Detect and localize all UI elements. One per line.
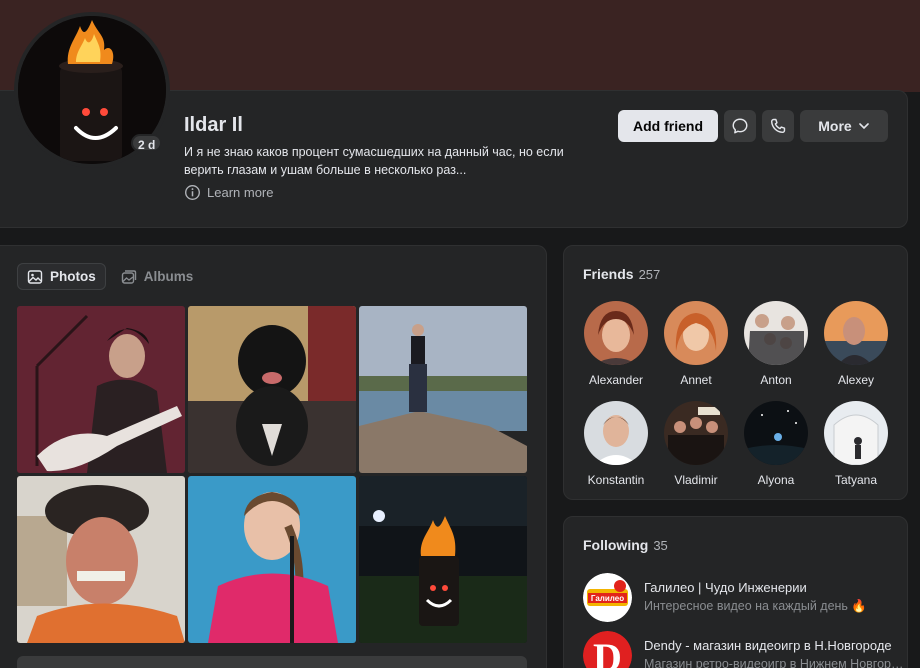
photo-thumbnail[interactable] bbox=[17, 306, 185, 473]
tab-albums[interactable]: Albums bbox=[112, 263, 203, 290]
following-count: 35 bbox=[653, 538, 668, 553]
friend-item[interactable]: Tatyana bbox=[816, 401, 896, 487]
chevron-down-icon bbox=[858, 123, 869, 130]
friend-item[interactable]: Alexey bbox=[816, 301, 896, 387]
friends-title-label: Friends bbox=[583, 266, 634, 282]
following-name: Галилео | Чудо Инженерии bbox=[644, 580, 807, 595]
page-logo: Галилео bbox=[583, 573, 632, 622]
following-name: Dendy - магазин видеоигр в Н.Новгороде bbox=[644, 638, 892, 653]
friend-name: Alexey bbox=[837, 373, 875, 387]
friends-panel: Friends 257 Alexander Annet Anton Alexey bbox=[563, 245, 908, 500]
friend-item[interactable]: Alyona bbox=[736, 401, 816, 487]
albums-icon bbox=[121, 269, 136, 284]
photo-thumbnail[interactable] bbox=[188, 476, 356, 643]
friend-name: Alexander bbox=[588, 373, 644, 387]
profile-name: Ildar Il bbox=[184, 114, 243, 136]
following-desc: Магазин ретро-видеоигр в Нижнем Новгород… bbox=[644, 657, 904, 668]
phone-icon bbox=[770, 118, 786, 134]
more-label: More bbox=[818, 118, 852, 134]
call-button[interactable] bbox=[762, 110, 794, 142]
following-panel: Following 35 Галилео Галилео | Чудо Инжен… bbox=[563, 516, 908, 668]
friend-item[interactable]: Vladimir bbox=[656, 401, 736, 487]
avatar bbox=[824, 401, 888, 465]
friend-item[interactable]: Alexander bbox=[576, 301, 656, 387]
avatar bbox=[664, 301, 728, 365]
friends-grid: Alexander Annet Anton Alexey Konstantin bbox=[576, 301, 896, 487]
photo-thumbnail[interactable] bbox=[359, 476, 527, 643]
page-logo-text: D bbox=[593, 635, 622, 668]
tab-photos-label: Photos bbox=[50, 269, 96, 284]
profile-actions: Add friend More bbox=[618, 110, 888, 142]
photo-thumbnail[interactable] bbox=[188, 306, 356, 473]
profile-bio: И я не знаю каков процент сумасшедших на… bbox=[184, 145, 564, 177]
photo-thumbnail[interactable] bbox=[17, 476, 185, 643]
friend-item[interactable]: Anton bbox=[736, 301, 816, 387]
page-logo: D bbox=[583, 631, 632, 668]
more-button[interactable]: More bbox=[800, 110, 888, 142]
status-badge: 2 d bbox=[131, 134, 163, 152]
message-icon bbox=[732, 118, 748, 134]
following-desc: Интересное видео на каждый день 🔥 bbox=[644, 599, 867, 613]
learn-more-link[interactable]: Learn more bbox=[184, 184, 273, 201]
tab-albums-label: Albums bbox=[143, 269, 194, 284]
friend-name: Vladimir bbox=[674, 473, 718, 487]
photo-thumbnail[interactable] bbox=[359, 306, 527, 473]
message-button[interactable] bbox=[724, 110, 756, 142]
friend-name: Alyona bbox=[757, 473, 795, 487]
image-icon bbox=[27, 269, 43, 284]
friend-name: Tatyana bbox=[834, 473, 878, 487]
friend-name: Annet bbox=[680, 373, 712, 387]
tab-photos[interactable]: Photos bbox=[17, 263, 106, 290]
photo-grid bbox=[17, 306, 527, 643]
friend-name: Konstantin bbox=[587, 473, 645, 487]
avatar bbox=[664, 401, 728, 465]
avatar bbox=[744, 401, 808, 465]
avatar bbox=[744, 301, 808, 365]
info-icon bbox=[185, 185, 200, 200]
following-title[interactable]: Following 35 bbox=[583, 537, 668, 553]
show-all-photos-button[interactable] bbox=[17, 656, 527, 668]
friends-title[interactable]: Friends 257 bbox=[583, 266, 660, 282]
friend-name: Anton bbox=[760, 373, 792, 387]
photo-tabs: Photos Albums bbox=[17, 263, 202, 290]
following-title-label: Following bbox=[583, 537, 649, 553]
learn-more-label: Learn more bbox=[207, 185, 274, 200]
following-item[interactable]: D Dendy - магазин видеоигр в Н.Новгороде… bbox=[583, 631, 904, 668]
following-item[interactable]: Галилео Галилео | Чудо Инженерии Интерес… bbox=[583, 573, 904, 622]
avatar bbox=[584, 401, 648, 465]
add-friend-button[interactable]: Add friend bbox=[618, 110, 718, 142]
friend-item[interactable]: Annet bbox=[656, 301, 736, 387]
avatar bbox=[824, 301, 888, 365]
avatar bbox=[584, 301, 648, 365]
page-logo-text: Галилео bbox=[591, 594, 624, 603]
friends-count: 257 bbox=[638, 267, 661, 282]
friend-item[interactable]: Konstantin bbox=[576, 401, 656, 487]
photos-panel: Photos Albums bbox=[0, 245, 547, 668]
